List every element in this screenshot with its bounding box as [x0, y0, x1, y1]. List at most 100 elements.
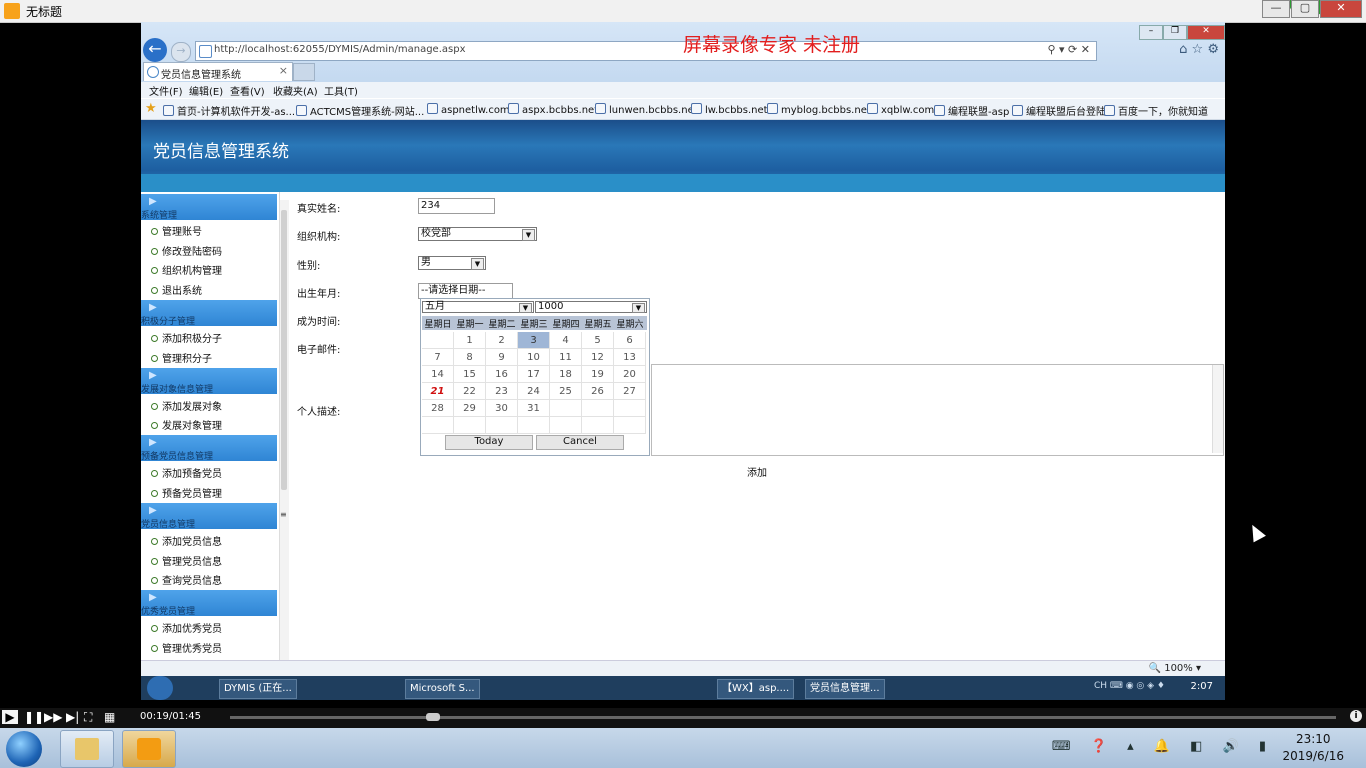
fav-link[interactable]: ACTCMS管理系统-网站... — [296, 103, 424, 118]
sidebar-section[interactable]: ▶ 积极分子管理 — [141, 300, 277, 327]
address-bar[interactable]: http://localhost:62055/DYMIS/Admin/manag… — [195, 41, 1097, 61]
sidebar-section[interactable]: ▶ 系统管理 — [141, 194, 277, 221]
calendar-day[interactable]: 25 — [550, 383, 582, 400]
menu-file[interactable]: 文件(F) — [149, 83, 183, 98]
maximize-button[interactable]: ▢ — [1291, 0, 1319, 18]
system-clock[interactable]: 23:10 2019/6/16 — [1282, 731, 1344, 765]
fav-link[interactable]: lunwen.bcbbs.net — [595, 103, 698, 116]
calendar-day[interactable]: 26 — [582, 383, 614, 400]
calendar-day[interactable]: 3 — [518, 332, 550, 349]
sidebar-item[interactable]: 添加发展对象 — [151, 398, 222, 413]
calendar-day[interactable]: 13 — [614, 349, 646, 366]
browser-tab[interactable]: 党员信息管理系统 × — [143, 62, 293, 81]
calendar-day[interactable]: 18 — [550, 366, 582, 383]
explorer-taskbar-button[interactable] — [60, 730, 114, 768]
chevron-down-icon[interactable]: ▼ — [632, 303, 645, 313]
calendar-day[interactable]: 22 — [454, 383, 486, 400]
calendar-day[interactable]: 30 — [486, 400, 518, 417]
close-button[interactable]: ✕ — [1320, 0, 1362, 18]
splitter-grip[interactable]: ≡ — [280, 510, 287, 519]
step-icon[interactable]: ▶| — [66, 710, 79, 724]
fav-link[interactable]: 首页-计算机软件开发-as... — [163, 103, 295, 118]
calendar-day[interactable]: 6 — [614, 332, 646, 349]
browser-minimize-button[interactable]: – — [1139, 25, 1163, 40]
sidebar-item[interactable]: 管理党员信息 — [151, 553, 222, 568]
menu-tools[interactable]: 工具(T) — [324, 83, 358, 98]
calendar-day[interactable]: 14 — [422, 366, 454, 383]
pause-icon[interactable]: ❚❚ — [24, 710, 44, 724]
chevron-down-icon[interactable]: ▼ — [471, 258, 484, 270]
tray-icons[interactable]: CH ⌨ ◉ ◎ ◈ ♦ — [1094, 681, 1165, 691]
fast-forward-icon[interactable]: ▶▶ — [44, 710, 62, 724]
calendar-day[interactable]: 23 — [486, 383, 518, 400]
task-item[interactable]: 党员信息管理... — [805, 679, 885, 699]
task-item[interactable]: DYMIS (正在... — [219, 679, 297, 699]
chevron-down-icon[interactable]: ▼ — [519, 303, 532, 313]
info-icon[interactable]: i — [1350, 710, 1362, 722]
calendar-day[interactable]: 11 — [550, 349, 582, 366]
calendar-day[interactable]: 16 — [486, 366, 518, 383]
sidebar-section[interactable]: ▶ 预备党员信息管理 — [141, 435, 277, 462]
calendar-day[interactable]: 27 — [614, 383, 646, 400]
forward-button[interactable]: → — [171, 42, 191, 62]
menu-edit[interactable]: 编辑(E) — [189, 83, 223, 98]
fullscreen-icon[interactable]: ⛶ — [84, 710, 92, 724]
favorites-star-icon[interactable]: ★ — [145, 101, 157, 116]
sidebar-scrollbar[interactable]: ≡ — [279, 200, 289, 686]
task-item[interactable]: 【WX】asp.... — [717, 679, 795, 699]
calendar-day[interactable]: 24 — [518, 383, 550, 400]
address-tools[interactable]: ⚲ ▾ ⟳ ✕ — [1047, 43, 1090, 56]
start-orb-icon[interactable] — [147, 676, 173, 700]
today-button[interactable]: Today — [445, 435, 533, 450]
gender-select[interactable]: 男 ▼ — [418, 256, 486, 270]
calendar-day[interactable]: 28 — [422, 400, 454, 417]
fav-link[interactable]: aspx.bcbbs.net — [508, 103, 598, 116]
sidebar-section[interactable]: ▶ 党员信息管理 — [141, 503, 277, 530]
textarea-scrollbar[interactable] — [1212, 365, 1223, 453]
fav-link[interactable]: 编程联盟-asp — [934, 103, 1009, 118]
sidebar-item[interactable]: 管理优秀党员 — [151, 640, 222, 655]
description-textarea[interactable] — [651, 364, 1224, 456]
player-taskbar-button[interactable] — [122, 730, 176, 768]
fav-link[interactable]: 百度一下，你就知道 — [1104, 103, 1208, 118]
sidebar-item[interactable]: 修改登陆密码 — [151, 243, 222, 258]
calendar-day[interactable]: 29 — [454, 400, 486, 417]
sidebar-item[interactable]: 预备党员管理 — [151, 485, 222, 500]
calendar-day[interactable]: 4 — [550, 332, 582, 349]
sidebar-item[interactable]: 添加积极分子 — [151, 330, 222, 345]
fav-link[interactable]: 编程联盟后台登陆 — [1012, 103, 1106, 118]
calendar-day[interactable]: 21 — [422, 383, 454, 400]
sidebar-item[interactable]: 组织机构管理 — [151, 262, 222, 277]
minimize-button[interactable]: — — [1262, 0, 1290, 18]
sidebar-item[interactable]: 添加优秀党员 — [151, 620, 222, 635]
name-input[interactable]: 234 — [418, 198, 495, 214]
browser-restore-button[interactable]: ❐ — [1163, 25, 1187, 40]
month-select[interactable]: 五月 ▼ — [422, 301, 534, 313]
new-tab-button[interactable] — [293, 63, 315, 81]
calendar-day[interactable]: 12 — [582, 349, 614, 366]
year-select[interactable]: 1000 ▼ — [535, 301, 647, 313]
scroll-thumb[interactable] — [281, 210, 287, 490]
start-button[interactable] — [6, 731, 42, 767]
fav-link[interactable]: aspnetlw.com — [427, 103, 510, 116]
calendar-day[interactable]: 7 — [422, 349, 454, 366]
seek-handle[interactable] — [426, 713, 440, 721]
add-button[interactable]: 添加 — [747, 464, 767, 479]
calendar-day[interactable]: 17 — [518, 366, 550, 383]
play-icon[interactable]: ▶ — [2, 710, 18, 724]
tab-close-icon[interactable]: × — [279, 64, 288, 77]
sidebar-section[interactable]: ▶ 优秀党员管理 — [141, 590, 277, 617]
calendar-day[interactable]: 15 — [454, 366, 486, 383]
task-item[interactable]: Microsoft S... — [405, 679, 480, 699]
calendar-day[interactable]: 5 — [582, 332, 614, 349]
back-button[interactable]: ← — [143, 38, 167, 62]
calendar-day[interactable]: 9 — [486, 349, 518, 366]
system-tray-icons[interactable]: ⌨ ❓ ▴ 🔔 ◧ 🔊 ▮ — [1052, 739, 1274, 754]
browser-close-button[interactable]: ✕ — [1187, 25, 1225, 40]
birth-date-input[interactable]: --请选择日期-- — [418, 283, 513, 299]
seek-bar[interactable] — [230, 716, 1336, 719]
calendar-day[interactable]: 1 — [454, 332, 486, 349]
calendar-day[interactable]: 2 — [486, 332, 518, 349]
calendar-day[interactable]: 8 — [454, 349, 486, 366]
zoom-level[interactable]: 🔍 100% ▾ — [1149, 663, 1201, 674]
